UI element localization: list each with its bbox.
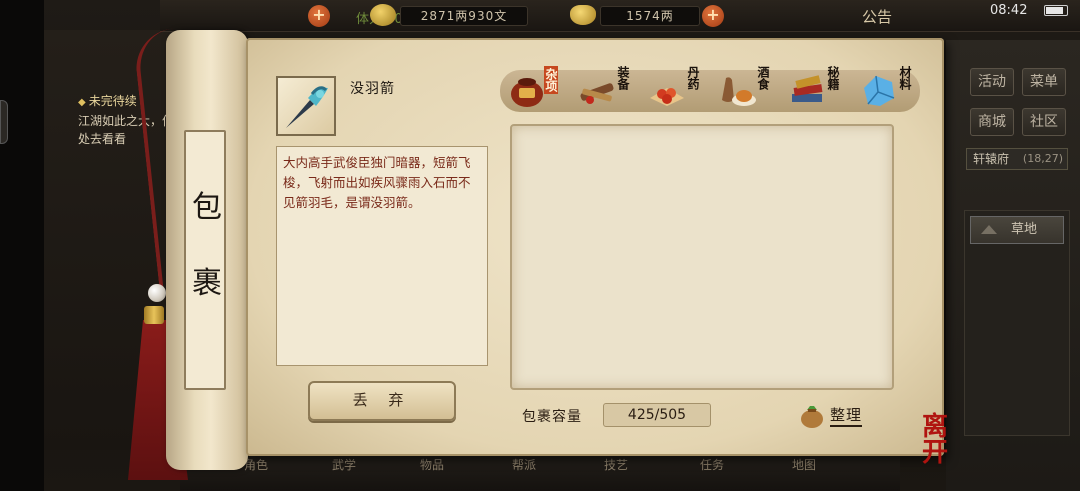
tab-materials-label: 材料 (898, 66, 912, 90)
tab-pills[interactable]: 丹药 (644, 66, 708, 114)
tassel-bead (148, 284, 166, 302)
jar-icon (511, 78, 543, 107)
location-coords: (18,27) (1022, 152, 1063, 165)
tab-manuals-label: 秘籍 (826, 66, 840, 90)
tab-misc-label: 杂项 (544, 66, 558, 94)
clock: 08:42 (990, 3, 1028, 18)
community-button[interactable]: 社区 (1022, 108, 1066, 136)
tab-equipment[interactable]: 装备 (574, 66, 638, 114)
sort-label: 整理 (830, 404, 863, 427)
coin-icon (370, 4, 396, 26)
battery-icon (1044, 5, 1068, 16)
money-display: 2871两930文 (400, 6, 528, 26)
capacity-value: 425/505 (603, 403, 711, 427)
pills-icon (650, 88, 684, 106)
scroll-title-bottom: 裹 (192, 266, 222, 301)
tab-misc[interactable]: 杂项 (504, 66, 568, 114)
left-rail (0, 0, 44, 491)
discard-button[interactable]: 丢 弃 (308, 381, 456, 421)
ingot-display: 1574两 (600, 6, 700, 26)
add-ingot-button[interactable]: + (702, 5, 724, 27)
food-icon (722, 77, 756, 106)
selected-item-slot (276, 76, 336, 136)
status-bar: 体力 80/360 + 2871两930文 1574两 + (160, 0, 1080, 32)
ingot-icon (570, 5, 596, 25)
nav-crafting[interactable]: 技艺 (604, 456, 628, 473)
tab-food[interactable]: 酒食 (714, 66, 778, 114)
notice-button[interactable]: 公告 (862, 6, 892, 27)
nav-skills[interactable]: 武学 (332, 456, 356, 473)
nav-map[interactable]: 地图 (792, 456, 816, 473)
tab-food-label: 酒食 (756, 66, 770, 90)
capacity-label: 包裹容量 (522, 409, 582, 425)
sort-button[interactable]: 整理 (796, 400, 872, 428)
location-display[interactable]: 轩辕府 (18,27) (966, 148, 1068, 170)
item-description: 大内高手武俊臣独门暗器，短箭飞梭，飞射而出如疾风骤雨入石而不见箭羽毛，是谓没羽箭… (276, 146, 488, 366)
place-item[interactable]: 草地 (970, 216, 1064, 244)
shop-button[interactable]: 商城 (970, 108, 1014, 136)
inventory-grid[interactable] (510, 124, 894, 390)
side-tab-handle[interactable] (0, 100, 8, 144)
books-icon (792, 75, 823, 102)
activity-button[interactable]: 活动 (970, 68, 1014, 96)
diamond-icon: ◆ (78, 97, 86, 108)
add-stamina-button[interactable]: + (308, 5, 330, 27)
scroll-rod: 包 裹 (166, 30, 248, 470)
location-name: 轩辕府 (973, 152, 1010, 166)
dart-icon (286, 86, 328, 128)
tab-equipment-label: 装备 (616, 66, 630, 90)
nav-items[interactable]: 物品 (420, 456, 444, 473)
money-bag-icon (801, 406, 823, 428)
nav-guild[interactable]: 帮派 (512, 456, 536, 473)
leave-button[interactable]: 离开 (918, 410, 970, 466)
leave-label: 离开 (922, 412, 949, 468)
tassel-cap (144, 306, 164, 324)
place-label: 草地 (1011, 222, 1038, 237)
item-name: 没羽箭 (350, 81, 395, 97)
tab-materials[interactable]: 材料 (856, 66, 920, 114)
tab-manuals[interactable]: 秘籍 (784, 66, 848, 114)
tent-icon (981, 225, 997, 234)
scroll-title-panel: 包 裹 (184, 130, 226, 390)
weapons-icon (580, 83, 614, 104)
crystal-icon (864, 75, 895, 106)
scroll-title-top: 包 (192, 190, 222, 225)
nav-tasks[interactable]: 任务 (700, 456, 724, 473)
menu-button[interactable]: 菜单 (1022, 68, 1066, 96)
tab-pills-label: 丹药 (686, 66, 700, 90)
